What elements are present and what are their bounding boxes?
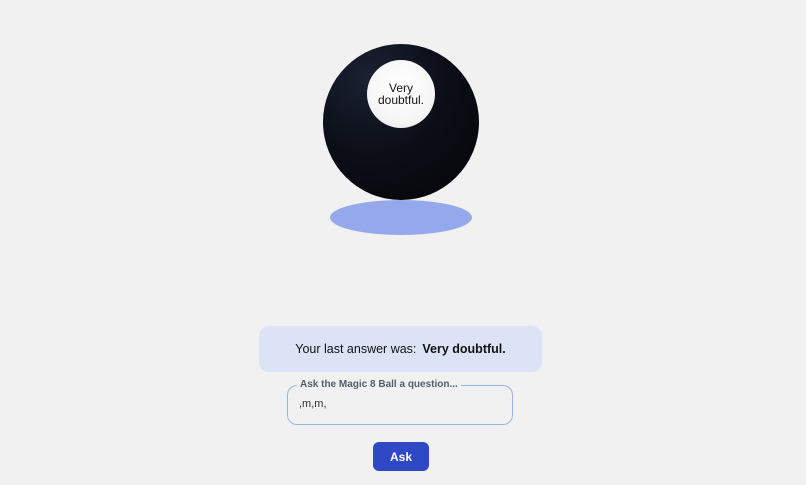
ball-answer-window: Very doubtful. xyxy=(367,60,435,128)
question-input[interactable] xyxy=(299,398,499,410)
question-field-label: Ask the Magic 8 Ball a question... xyxy=(297,378,461,392)
magic-8-ball: Very doubtful. xyxy=(323,44,479,200)
last-answer-banner: Your last answer was: Very doubtful. xyxy=(259,326,542,372)
last-answer-prefix: Your last answer was: xyxy=(295,342,417,356)
ball-shadow xyxy=(330,200,472,235)
last-answer-value: Very doubtful. xyxy=(422,342,506,356)
ball-answer-line2: doubtful. xyxy=(377,93,425,107)
ask-button[interactable]: Ask xyxy=(373,442,429,471)
question-field[interactable]: Ask the Magic 8 Ball a question... xyxy=(287,378,513,425)
magic-8-ball-app: Very doubtful. Your last answer was: Ver… xyxy=(0,0,806,485)
ball-answer-text: Very doubtful. xyxy=(371,82,431,106)
